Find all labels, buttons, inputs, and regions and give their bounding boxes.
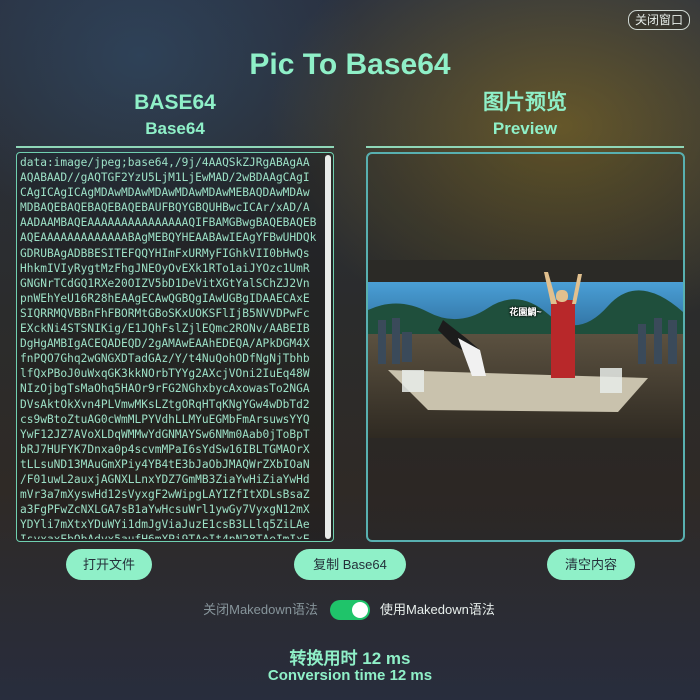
preview-header: 图片预览 Preview xyxy=(366,90,684,148)
base64-line: CAgICAgICAgMDAwMDAwMDAwMDAwMDAwMEBAQDAwM… xyxy=(20,186,310,200)
app-title: Pic To Base64 xyxy=(249,48,451,81)
base64-line: DVsAktOkXvn4PLVmwMKsLZtgORqHTqKNgYGw4wDb… xyxy=(20,397,310,411)
image-preview-panel: 花園鯛~ xyxy=(366,152,685,542)
base64-line: HhkmIVIyRygtMzFhgJNEOyOvEXk1RTo1aiJYOzc1… xyxy=(20,261,310,275)
preview-title-en: Preview xyxy=(492,119,558,138)
base64-line: MDBAQEBAQEBAQEBAQEBAUFBQYGBQUHBwcICAr/xA… xyxy=(20,201,310,215)
markdown-off-label: 关闭Makedown语法 xyxy=(203,602,318,617)
base64-line: cs9wBtoZtuAG0cWmMLPYVdhLLMYuEGMbFmArsuws… xyxy=(20,412,310,426)
preview-subtitle-text: 花園鯛~ xyxy=(509,307,542,317)
base64-header-divider xyxy=(16,146,334,148)
base64-header: BASE64 Base64 xyxy=(16,90,334,148)
base64-line: pnWEhYeU16R28hEAAgECAwQGBQgIAwUGBgIDAAEC… xyxy=(20,291,310,305)
base64-line: a3FgPFwZcNXLGA7sB1aYwHcsuWrl1ywGy7VyxgN1… xyxy=(20,503,310,517)
base64-line: bRJ7HUFYK7Dnxa0p4scvmMPaI6sYdSw16IBLTGMA… xyxy=(20,442,310,456)
base64-line: YwF12JZ7AVoXLDqWMMwYdGNMAYSw6NMm0Aab0jTo… xyxy=(20,427,310,441)
base64-textarea[interactable]: data:image/jpeg;base64,/9j/4AAQSkZJRgABA… xyxy=(16,152,334,542)
base64-line: DgHgAMBIgACEQADEQD/2gAMAwEAAhEDEQA/APkDG… xyxy=(20,337,310,351)
clear-content-button[interactable]: 清空内容 xyxy=(547,549,635,580)
base64-line: AQABAAD//gAQTGF2YzU5LjM1LjEwMAD/2wBDAAgC… xyxy=(20,171,310,185)
base64-line: data:image/jpeg;base64,/9j/4AAQSkZJRgABA… xyxy=(20,156,310,169)
preview-title-cn: 图片预览 xyxy=(483,91,567,114)
close-window-button[interactable]: 关闭窗口 xyxy=(627,10,690,30)
base64-line: EXckNi4STSNIKig/E1JQhFslZjlEQmc2RONv/AAB… xyxy=(20,322,310,336)
base64-output-text[interactable]: data:image/jpeg;base64,/9j/4AAQSkZJRgABA… xyxy=(20,155,322,539)
base64-line: mVr3a7mXyswHd12sVyxgF2wWipgLAYIZfItXDLsB… xyxy=(20,488,310,502)
base64-line: /F01uwL2auxjAGNXLLnxYDZ7GmMB3ZiaYwHiZiaY… xyxy=(20,472,310,486)
toggle-knob[interactable] xyxy=(352,602,368,618)
base64-line: fnPQO7Ghq2wGNGXDTadGAz/Y/t4NuQohODfNgNjT… xyxy=(20,352,310,366)
base64-line: tLLsuND13MAuGmXPiy4YB4tE3bJaObJMAQWrZXbI… xyxy=(20,457,310,471)
base64-line: GNGNrTCdGQ1RXe20OIZV5bD1DeVitXGtYalSChZJ… xyxy=(20,276,310,290)
base64-line: IsyxaxEbQbAdyx5aufH6mXPi9TAeIt4pN28TAeIm… xyxy=(20,532,322,539)
scrollbar-thumb[interactable] xyxy=(325,155,331,539)
markdown-on-label: 使用Makedown语法 xyxy=(380,602,495,617)
base64-line: GDRUBAgADBBESITEFQQYHImFxURMyFIGhkVII0bH… xyxy=(20,246,310,260)
conversion-time-cn: 转换用时 12 ms xyxy=(289,649,411,668)
base64-line: AQEAAAAAAAAAAAAABAgMEBQYHEAABAwIEAgYFBwU… xyxy=(20,231,317,245)
preview-image xyxy=(368,260,683,438)
base64-line: NIzOjbgTsMaOhq5HAOr9rFG2NGhxbycAxowasTo2… xyxy=(20,382,310,396)
base64-title-cn: BASE64 xyxy=(134,91,216,114)
open-file-button[interactable]: 打开文件 xyxy=(66,549,152,580)
base64-title-en: Base64 xyxy=(145,119,205,138)
base64-line: SIQRRMQVBBnFhFBORMtGBoSKxUOKSFlIjB5NVVDP… xyxy=(20,306,310,320)
conversion-time-en: Conversion time 12 ms xyxy=(267,667,433,684)
copy-base64-button[interactable]: 复制 Base64 xyxy=(294,549,406,580)
base64-line: AADAAMBAQEAAAAAAAAAAAAAAAQIFBAMGBwgBAQEB… xyxy=(20,216,317,230)
markdown-toggle-switch[interactable] xyxy=(330,600,370,620)
base64-line: YDYli7mXtxYDuWYi1dmJgViaJuzE1csB3LLlq5Zi… xyxy=(20,518,310,532)
base64-line: lfQxPBoJ0uWxqGK3kkNOrbTYYg2AXcjVOni2IuEq… xyxy=(20,367,310,381)
preview-header-divider xyxy=(366,146,684,148)
